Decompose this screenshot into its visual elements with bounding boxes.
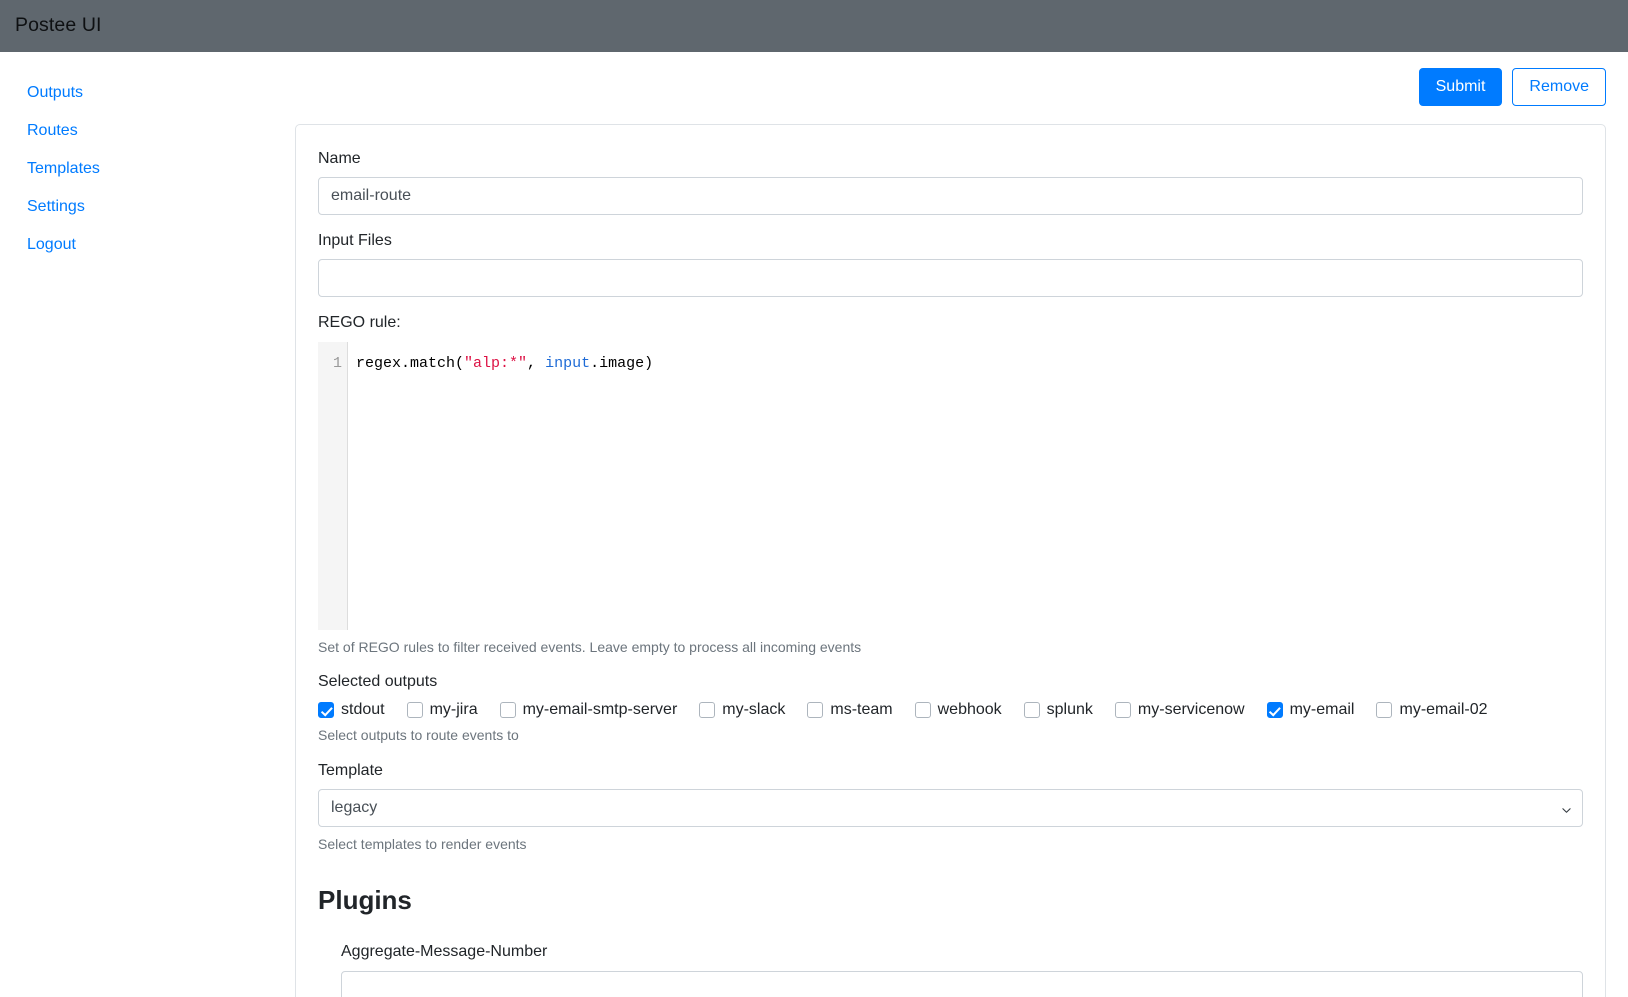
checkbox-my-email[interactable] — [1267, 702, 1283, 718]
selected-outputs-help-text: Select outputs to route events to — [318, 726, 1583, 744]
sidebar-item-routes[interactable]: Routes — [0, 112, 295, 150]
output-checkbox-my-jira[interactable]: my-jira — [407, 702, 478, 718]
sidebar-item-logout[interactable]: Logout — [0, 226, 295, 264]
sidebar-item-outputs[interactable]: Outputs — [0, 74, 295, 112]
selected-outputs-group: Selected outputs stdout my-jira my-email… — [318, 674, 1583, 744]
checkbox-webhook[interactable] — [915, 702, 931, 718]
template-field-group: Template legacy Select templates to rend… — [318, 763, 1583, 853]
checkbox-label-my-slack: my-slack — [722, 702, 785, 718]
app-brand-title: Postee UI — [15, 16, 102, 36]
submit-button[interactable]: Submit — [1419, 68, 1503, 106]
output-checkbox-stdout[interactable]: stdout — [318, 702, 385, 718]
checkbox-my-slack[interactable] — [699, 702, 715, 718]
sidebar-item-settings[interactable]: Settings — [0, 188, 295, 226]
plugin-aggregate-message-number-input[interactable] — [341, 971, 1583, 997]
code-text-area[interactable]: regex.match("alp:*", input.image) — [348, 342, 1583, 630]
template-help-text: Select templates to render events — [318, 835, 1583, 853]
checkbox-label-my-email: my-email — [1290, 702, 1355, 718]
output-checkbox-webhook[interactable]: webhook — [915, 702, 1002, 718]
code-token-separator: , — [527, 355, 545, 372]
action-bar: Submit Remove — [295, 52, 1606, 124]
code-token-keyword: input — [545, 355, 590, 372]
checkbox-label-my-jira: my-jira — [430, 702, 478, 718]
name-field-group: Name — [318, 151, 1583, 215]
plugins-section-title: Plugins — [318, 885, 1583, 916]
output-checkbox-my-servicenow[interactable]: my-servicenow — [1115, 702, 1245, 718]
checkbox-label-webhook: webhook — [938, 702, 1002, 718]
code-token-property: .image) — [590, 355, 653, 372]
code-gutter-line-numbers: 1 — [318, 342, 348, 630]
output-checkbox-my-email[interactable]: my-email — [1267, 702, 1355, 718]
checkbox-my-jira[interactable] — [407, 702, 423, 718]
template-label: Template — [318, 763, 1583, 779]
output-checkbox-row: stdout my-jira my-email-smtp-server my-s… — [318, 702, 1583, 718]
checkbox-my-email-02[interactable] — [1376, 702, 1392, 718]
output-checkbox-ms-team[interactable]: ms-team — [807, 702, 892, 718]
rego-rule-label: REGO rule: — [318, 315, 1583, 331]
checkbox-stdout[interactable] — [318, 702, 334, 718]
checkbox-splunk[interactable] — [1024, 702, 1040, 718]
checkbox-label-ms-team: ms-team — [830, 702, 892, 718]
sidebar-nav: Outputs Routes Templates Settings Logout — [0, 52, 295, 264]
rego-code-editor[interactable]: 1 regex.match("alp:*", input.image) — [318, 342, 1583, 630]
input-files-input[interactable] — [318, 259, 1583, 297]
input-files-field-group: Input Files — [318, 233, 1583, 297]
code-token-string: "alp:*" — [464, 355, 527, 372]
checkbox-label-my-servicenow: my-servicenow — [1138, 702, 1245, 718]
checkbox-my-email-smtp-server[interactable] — [500, 702, 516, 718]
page-body: Outputs Routes Templates Settings Logout… — [0, 52, 1628, 997]
checkbox-label-splunk: splunk — [1047, 702, 1093, 718]
code-token-call: regex.match( — [356, 355, 464, 372]
template-select-wrap: legacy — [318, 789, 1583, 827]
selected-outputs-label: Selected outputs — [318, 674, 1583, 690]
checkbox-label-stdout: stdout — [341, 702, 385, 718]
main-content: Submit Remove Name Input Files REGO rule… — [295, 52, 1628, 997]
output-checkbox-my-email-02[interactable]: my-email-02 — [1376, 702, 1487, 718]
plugin-aggregate-message-number: Aggregate-Message-Number — [318, 944, 1583, 997]
top-navbar: Postee UI — [0, 0, 1628, 52]
output-checkbox-my-email-smtp-server[interactable]: my-email-smtp-server — [500, 702, 678, 718]
input-files-label: Input Files — [318, 233, 1583, 249]
plugin-aggregate-message-number-label: Aggregate-Message-Number — [341, 944, 1583, 960]
remove-button[interactable]: Remove — [1512, 68, 1606, 106]
rego-rule-help-text: Set of REGO rules to filter received eve… — [318, 638, 1583, 656]
output-checkbox-splunk[interactable]: splunk — [1024, 702, 1093, 718]
template-select[interactable]: legacy — [318, 789, 1583, 827]
checkbox-ms-team[interactable] — [807, 702, 823, 718]
route-form-card: Name Input Files REGO rule: 1 regex.matc… — [295, 124, 1606, 997]
checkbox-my-servicenow[interactable] — [1115, 702, 1131, 718]
sidebar-item-templates[interactable]: Templates — [0, 150, 295, 188]
name-label: Name — [318, 151, 1583, 167]
checkbox-label-my-email-smtp-server: my-email-smtp-server — [523, 702, 678, 718]
checkbox-label-my-email-02: my-email-02 — [1399, 702, 1487, 718]
name-input[interactable] — [318, 177, 1583, 215]
output-checkbox-my-slack[interactable]: my-slack — [699, 702, 785, 718]
rego-rule-field-group: REGO rule: 1 regex.match("alp:*", input.… — [318, 315, 1583, 656]
